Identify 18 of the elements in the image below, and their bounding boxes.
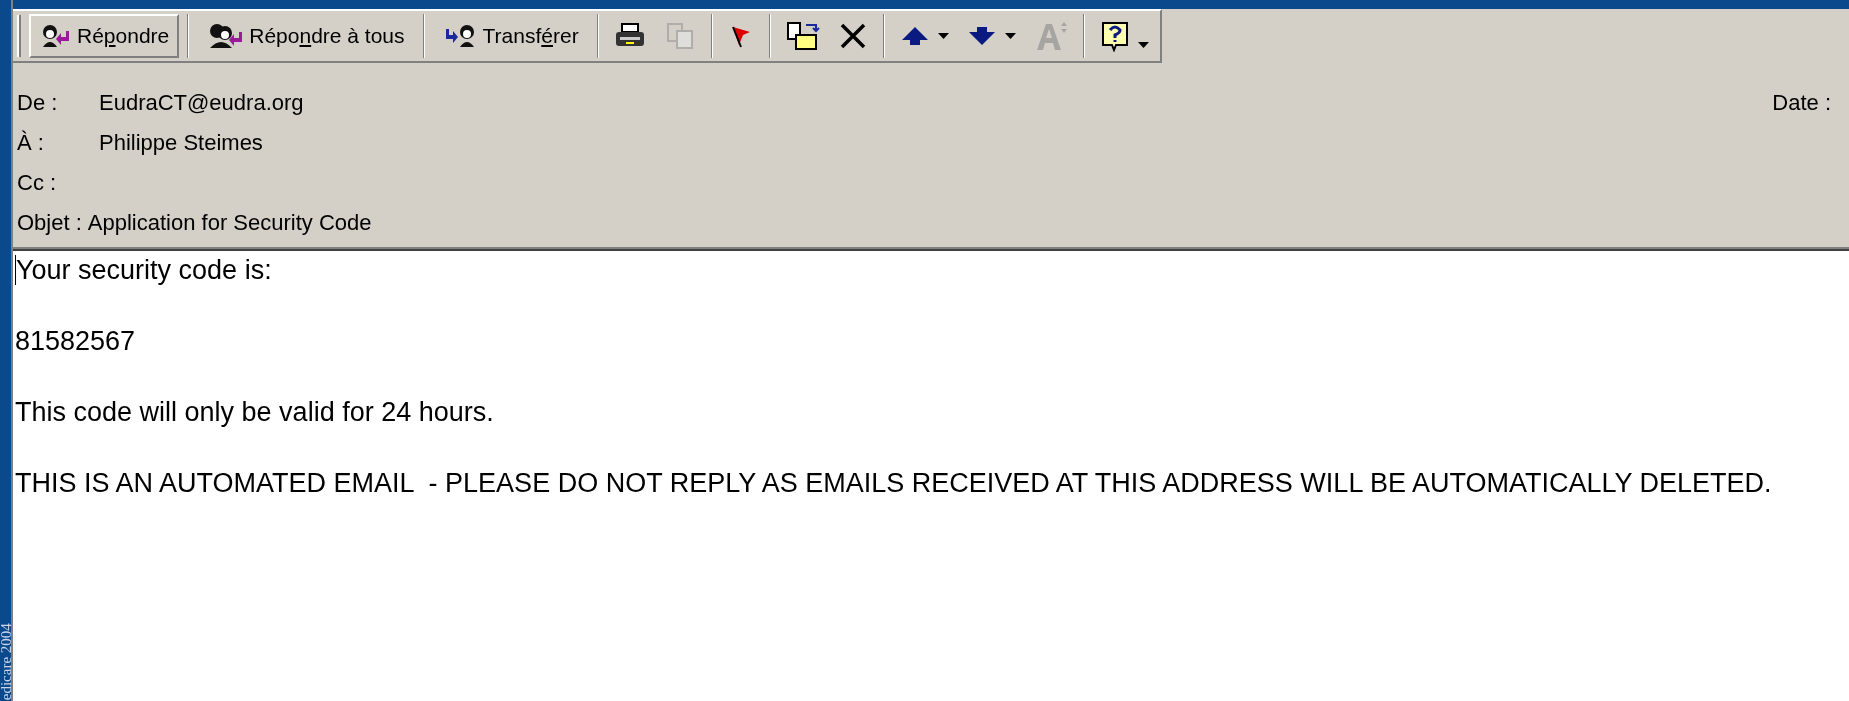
message-text: This code will only be valid for 24 hours. [15,397,494,427]
subject-text: Application for Security Code [87,209,372,237]
folder-icon [785,21,820,51]
sender-address: EudraCT@eudra.org [99,89,304,117]
field-label: À : [17,129,45,157]
recipient-name: Philippe Steimes [99,129,263,157]
message-text: THIS IS AN AUTOMATED EMAIL - PLEASE DO NOT REPLY AS EMAILS RECEIVED AT THIS ADDRESS WILL BE AUTOMATICALLY DELETED. [15,468,1772,498]
field-label: Cc : [17,169,58,197]
forward-button[interactable]: Transférer [432,14,589,58]
message-text: Your security code is: [15,255,272,285]
field-label: De : [17,89,59,117]
field-label: Objet : [17,209,83,237]
security-code: 81582567 [15,326,136,356]
reply-button[interactable]: Répondre [29,14,180,58]
side-caption: edicare 2004 [0,621,15,700]
reply-all-button[interactable]: Répondre à tous [197,14,415,58]
help-icon [1099,20,1130,52]
date-label: Date : [1772,89,1831,117]
